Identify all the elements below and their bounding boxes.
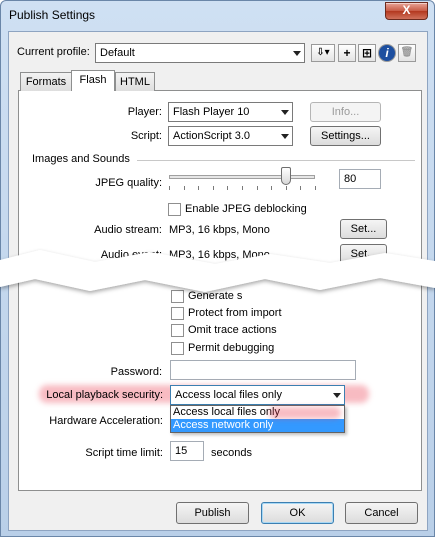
password-label: Password: [110,366,162,378]
slider-tick [256,186,258,190]
tab-html[interactable]: HTML [115,72,155,91]
script-time-limit-label: Script time limit: [85,447,163,459]
title-bar: Publish Settings X [1,1,434,31]
script-time-limit-unit: seconds [211,447,252,459]
settings-button[interactable]: Settings... [310,126,381,146]
jpeg-quality-input[interactable]: 80 [339,169,381,189]
omit-trace-actions-label: Omit trace actions [188,324,277,336]
jpeg-quality-slider-thumb[interactable] [280,167,291,185]
current-profile-value: Default [100,47,135,59]
tab-flash[interactable]: Flash [71,70,115,92]
dropdown-option-network[interactable]: Access network only [171,419,344,432]
slider-tick [300,186,302,190]
player-value: Flash Player 10 [173,106,250,118]
local-playback-security-select[interactable]: Access local files only [170,385,345,405]
script-value: ActionScript 3.0 [173,130,251,142]
slider-tick [242,186,243,190]
chevron-down-icon [281,110,289,115]
permit-debugging-checkbox[interactable] [171,342,184,355]
player-select[interactable]: Flash Player 10 [168,102,293,122]
chevron-down-icon [293,51,301,56]
audio-stream-set-button[interactable]: Set... [340,219,387,239]
script-time-limit-input[interactable]: 15 [170,441,204,461]
import-export-icon[interactable]: ⇩▾ [311,44,335,62]
add-icon[interactable]: + [338,44,356,62]
permit-debugging-label: Permit debugging [188,342,275,354]
slider-tick [227,186,229,190]
protect-from-import-label: Protect from import [188,307,282,319]
jpeg-quality-slider-track[interactable] [169,175,315,179]
protect-from-import-checkbox[interactable] [171,307,184,320]
current-profile-label: Current profile: [17,46,90,58]
jpeg-deblocking-label: Enable JPEG deblocking [185,203,307,215]
slider-tick [212,186,214,190]
omit-trace-actions-checkbox[interactable] [171,324,184,337]
slider-tick [285,186,287,190]
slider-tick [198,186,200,190]
chevron-down-icon [281,134,289,139]
torn-paper-divider [0,250,435,292]
cancel-button[interactable]: Cancel [345,502,418,524]
jpeg-deblocking-checkbox[interactable] [168,203,181,216]
script-label: Script: [130,130,162,142]
close-button[interactable]: X [385,2,428,20]
tab-formats[interactable]: Formats [20,72,72,91]
images-sounds-heading: Images and Sounds [32,153,130,165]
jpeg-quality-label: JPEG quality: [95,177,162,189]
ok-button[interactable]: OK [261,502,334,524]
info-button[interactable]: Info... [310,102,381,122]
local-playback-security-value: Access local files only [175,389,282,401]
window-title: Publish Settings [9,8,96,22]
publish-button[interactable]: Publish [176,502,249,524]
tear-shape [0,250,435,292]
script-select[interactable]: ActionScript 3.0 [168,126,293,146]
section-divider [137,160,415,161]
delete-icon[interactable]: 🗑 [398,44,416,62]
dropdown-highlight [269,407,341,419]
slider-tick [169,186,170,190]
local-playback-security-label: Local playback security: [46,389,163,401]
player-label: Player: [127,106,162,118]
audio-stream-label: Audio stream: [94,224,162,236]
duplicate-icon[interactable]: ⊞ [358,44,376,62]
audio-stream-value: MP3, 16 kbps, Mono [169,224,270,236]
chevron-down-icon [333,393,341,398]
slider-tick [271,186,273,190]
info-icon[interactable]: i [378,44,396,62]
slider-tick [183,186,185,190]
password-input[interactable] [170,360,356,380]
hardware-acceleration-label: Hardware Acceleration: [49,415,163,427]
slider-tick [315,186,316,190]
current-profile-select[interactable]: Default [95,43,305,63]
